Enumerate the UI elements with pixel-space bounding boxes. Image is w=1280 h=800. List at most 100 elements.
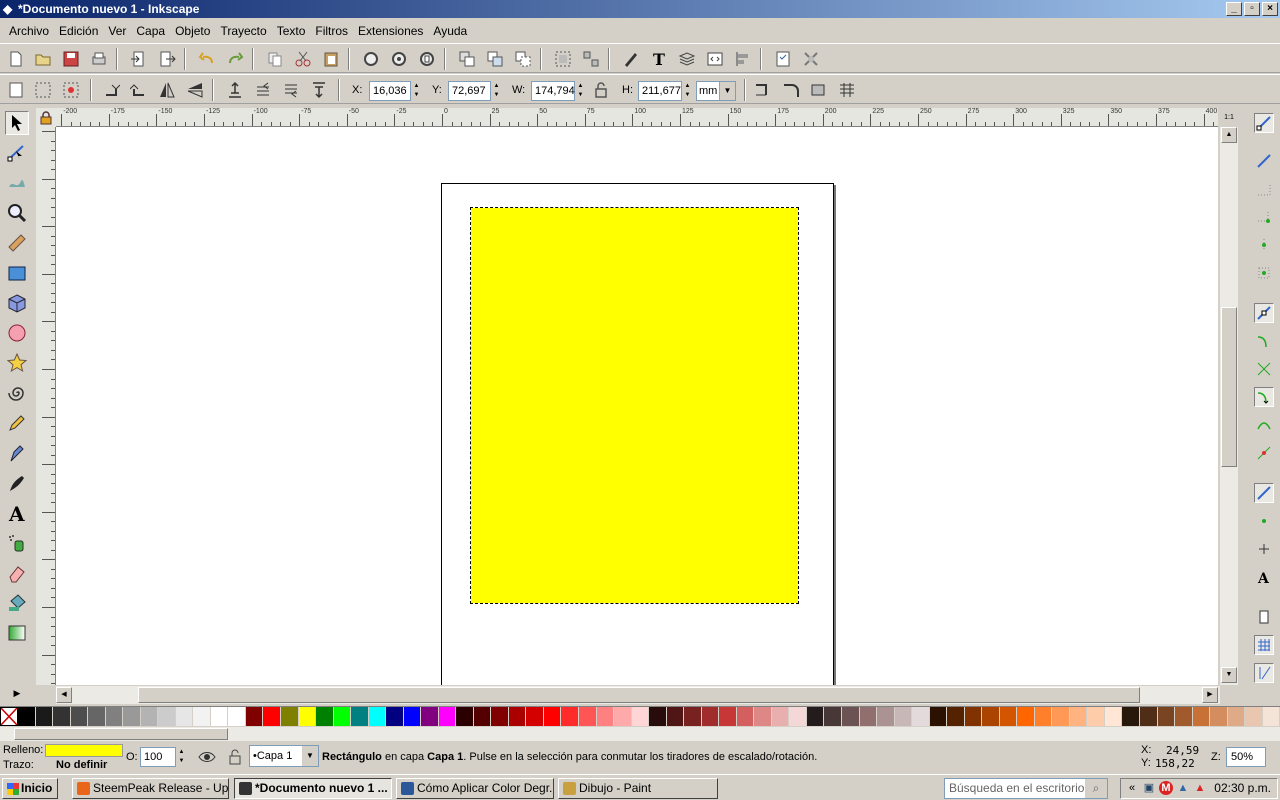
fill-stroke-icon[interactable] [620,48,642,70]
snap-nodes-icon[interactable] [1254,303,1274,323]
flip-horizontal-icon[interactable] [156,79,178,101]
ellipse-tool-icon[interactable] [5,321,29,345]
palette-swatch[interactable] [526,707,544,726]
palette-swatch[interactable] [18,707,36,726]
stroke-value[interactable]: No definir [56,759,107,771]
scroll-up-arrow[interactable]: ▲ [1221,127,1237,143]
opacity-spinner[interactable]: ▲ ▼ [176,748,187,766]
scale-corners-icon[interactable] [780,79,802,101]
rectangle-tool-icon[interactable] [5,261,29,285]
unlink-clone-icon[interactable] [512,48,534,70]
palette-swatch[interactable] [859,707,878,726]
yellow-rectangle[interactable] [470,207,799,604]
palette-swatch[interactable] [543,707,562,726]
palette-swatch[interactable] [70,707,89,726]
save-icon[interactable] [60,48,82,70]
scale-stroke-icon[interactable] [752,79,774,101]
snap-text-baseline-icon[interactable]: A [1254,567,1274,587]
palette-swatch[interactable] [1052,707,1070,726]
palette-swatch[interactable] [824,707,842,726]
layers-icon[interactable] [676,48,698,70]
palette-swatch[interactable] [1034,707,1053,726]
menu-edicion[interactable]: Edición [54,20,103,42]
import-icon[interactable] [128,48,150,70]
snap-others-icon[interactable] [1254,483,1274,503]
palette-swatch[interactable] [736,707,755,726]
task-paint[interactable]: Dibujo - Paint [558,778,718,799]
eye-visibility-icon[interactable] [196,746,218,768]
cut-icon[interactable] [292,48,314,70]
palette-swatch[interactable] [1175,707,1193,726]
tray-expand-icon[interactable]: « [1125,781,1139,795]
palette-swatch[interactable] [1157,707,1176,726]
snap-enable-icon[interactable] [1254,113,1274,133]
palette-swatch[interactable] [1262,707,1280,726]
measure-tool-icon[interactable] [5,231,29,255]
palette-swatch[interactable] [1087,707,1105,726]
palette-swatch[interactable] [999,707,1018,726]
palette-swatch[interactable] [280,707,299,726]
task-word-document[interactable]: Cómo Aplicar Color Degr... [396,778,554,799]
palette-swatch[interactable] [912,707,930,726]
menu-filtros[interactable]: Filtros [310,20,353,42]
snap-bbox-corner-icon[interactable] [1254,207,1274,227]
scroll-right-arrow[interactable]: ▶ [1202,687,1218,703]
palette-swatch[interactable] [947,707,965,726]
tweak-tool-icon[interactable] [5,171,29,195]
palette-swatch[interactable] [298,707,317,726]
task-inkscape[interactable]: *Documento nuevo 1 ... [234,778,392,799]
preferences-icon[interactable] [800,48,822,70]
palette-swatch[interactable] [684,707,702,726]
palette-swatch[interactable] [1140,707,1158,726]
open-folder-icon[interactable] [32,48,54,70]
y-spinner[interactable]: ▲ ▼ [491,82,502,100]
palette-swatch[interactable] [1104,707,1123,726]
zoom-1-1-button[interactable]: 1:1 [1220,108,1238,127]
selector-tool-icon[interactable] [5,111,29,135]
raise-icon[interactable] [252,79,274,101]
snap-bbox-midpoint-icon[interactable] [1254,235,1274,255]
palette-swatch[interactable] [491,707,509,726]
layer-select[interactable]: •Capa 1 ▼ [249,745,319,767]
snap-grids-icon[interactable] [1254,635,1274,655]
move-patterns-icon[interactable] [836,79,858,101]
opacity-field[interactable]: 100 ▲ ▼ [140,747,187,767]
lock-proportions-icon[interactable] [590,79,612,101]
ungroup-icon[interactable] [580,48,602,70]
lower-to-bottom-icon[interactable] [308,79,330,101]
export-icon[interactable] [156,48,178,70]
duplicate-icon[interactable] [456,48,478,70]
palette-swatch[interactable] [140,707,159,726]
unit-select[interactable]: mm ▼ [696,81,736,101]
palette-swatch[interactable] [53,707,71,726]
palette-swatch[interactable] [88,707,106,726]
vertical-scroll-thumb[interactable] [1221,307,1237,467]
print-icon[interactable] [88,48,110,70]
palette-swatch[interactable] [123,707,141,726]
spray-tool-icon[interactable] [5,531,29,555]
search-icon[interactable]: ⌕ [1085,779,1107,798]
pen-tool-icon[interactable] [5,441,29,465]
palette-swatch[interactable] [719,707,737,726]
x-spinner[interactable]: ▲ ▼ [411,82,422,100]
snap-bbox-center-icon[interactable] [1254,263,1274,283]
palette-swatch[interactable] [1227,707,1246,726]
palette-swatch[interactable] [596,707,615,726]
text-tool-icon[interactable]: A [5,501,29,525]
menu-ayuda[interactable]: Ayuda [428,20,472,42]
palette-swatch[interactable] [210,707,229,726]
text-font-icon[interactable]: T [648,48,670,70]
snap-intersection-icon[interactable] [1254,359,1274,379]
palette-swatch[interactable] [649,707,667,726]
palette-swatch[interactable] [1017,707,1035,726]
lower-icon[interactable] [280,79,302,101]
palette-swatch[interactable] [771,707,790,726]
menu-trayecto[interactable]: Trayecto [215,20,271,42]
palette-swatch[interactable] [631,707,650,726]
menu-archivo[interactable]: Archivo [4,20,54,42]
palette-swatch[interactable] [175,707,194,726]
palette-swatch[interactable] [403,707,422,726]
zoom-page-icon[interactable] [416,48,438,70]
raise-to-top-icon[interactable] [224,79,246,101]
snap-object-center-icon[interactable] [1254,511,1274,531]
